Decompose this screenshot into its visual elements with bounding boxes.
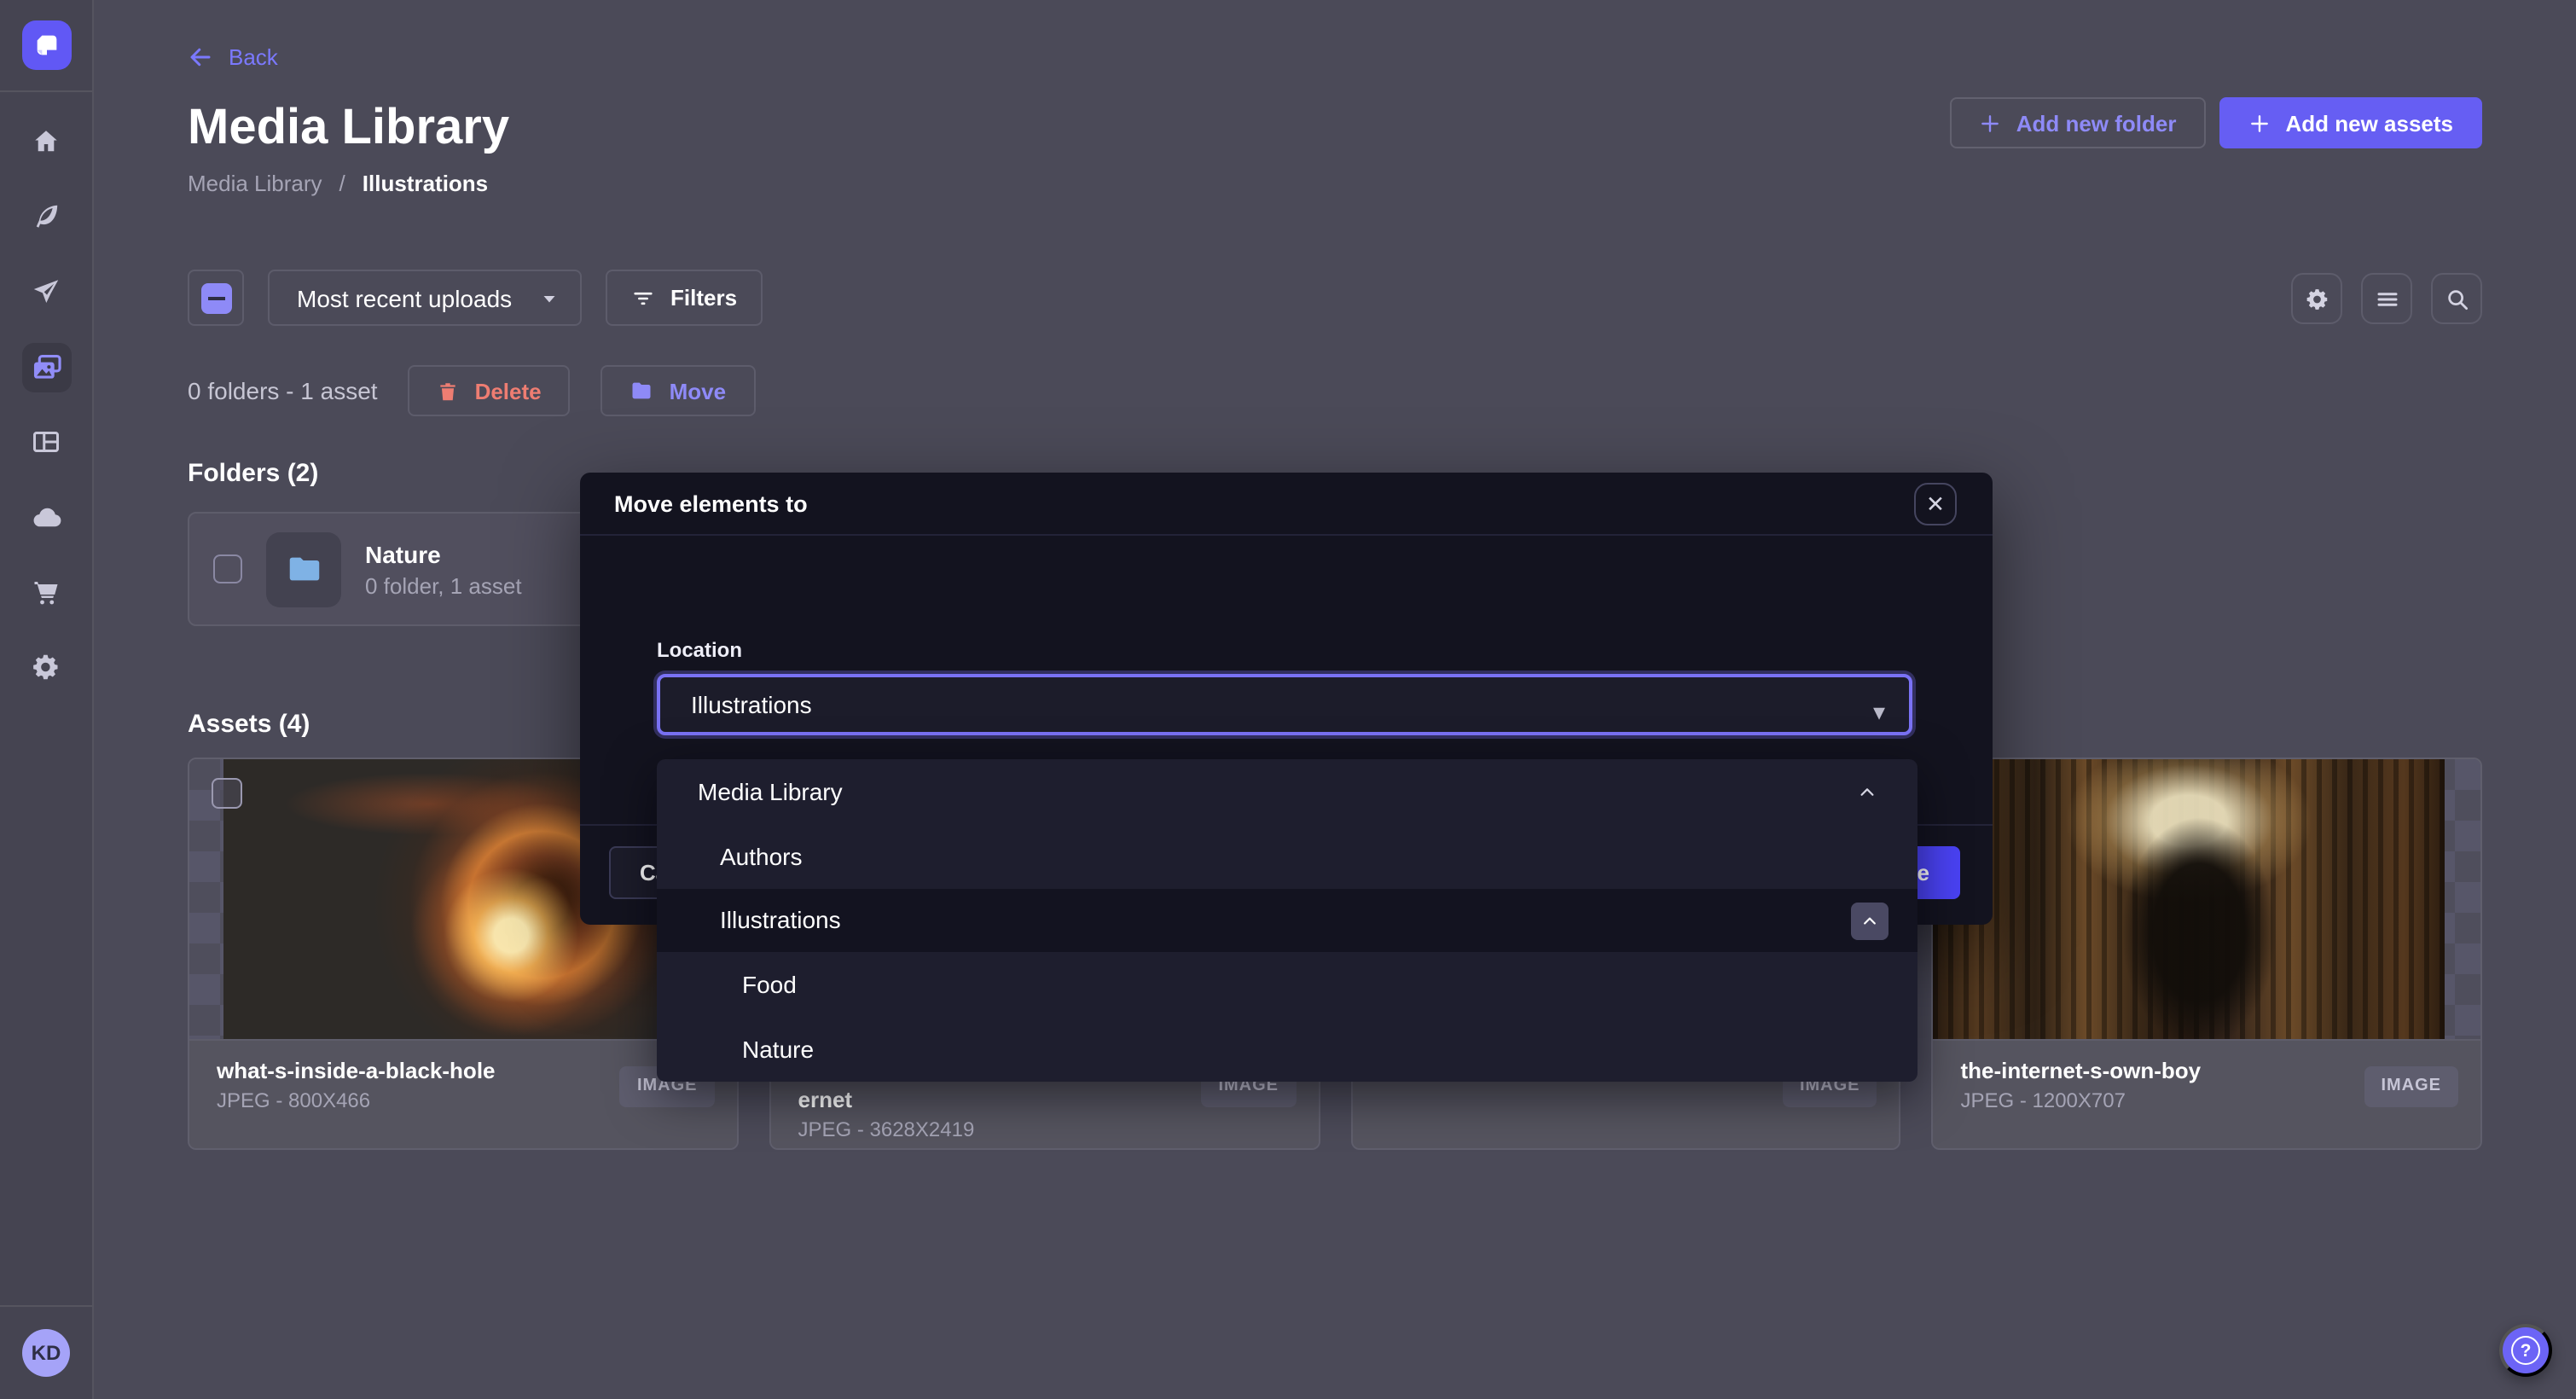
gear-icon	[31, 652, 61, 682]
folder-icon	[266, 531, 341, 607]
sidebar-item-releases[interactable]	[21, 267, 71, 316]
breadcrumb-root[interactable]: Media Library	[188, 170, 322, 195]
selection-bar: 0 folders - 1 asset Delete Move	[188, 365, 2482, 416]
back-link[interactable]: Back	[188, 43, 2482, 70]
location-label: Location	[657, 638, 742, 662]
sidebar-item-content[interactable]	[21, 192, 71, 241]
tree-item-illustrations[interactable]: Illustrations	[657, 888, 1917, 953]
location-select[interactable]: Illustrations ▾	[657, 674, 1912, 735]
list-icon	[2374, 286, 2399, 311]
selection-summary: 0 folders - 1 asset	[188, 377, 378, 404]
list-view-button[interactable]	[2361, 273, 2412, 324]
sidebar-divider	[0, 1305, 92, 1307]
feather-icon	[31, 201, 61, 232]
caret-down-icon	[539, 287, 560, 308]
trash-icon	[438, 380, 460, 402]
asset-footer: the-internet-s-own-boy JPEG - 1200X707 I…	[1934, 1039, 2481, 1150]
sidebar-item-cloud[interactable]	[21, 492, 71, 542]
strapi-logo-icon[interactable]	[22, 20, 72, 70]
tree-item-authors[interactable]: Authors	[657, 824, 1917, 889]
sort-value: Most recent uploads	[297, 284, 512, 311]
indeterminate-checkbox-icon	[200, 282, 231, 313]
location-dropdown: Media Library Authors Illustrations Food…	[657, 759, 1917, 1082]
help-button[interactable]: ?	[2499, 1324, 2552, 1377]
modal-header: Move elements to ✕	[580, 473, 1993, 536]
plus-icon	[2248, 112, 2270, 134]
layout-icon	[31, 427, 61, 457]
asset-thumbnail	[1934, 759, 2481, 1039]
add-new-folder-button[interactable]: Add new folder	[1950, 97, 2206, 148]
paper-plane-icon	[31, 276, 61, 307]
toolbar-view-options	[2291, 273, 2482, 324]
tree-item-label: Illustrations	[720, 907, 841, 934]
add-new-folder-label: Add new folder	[2016, 110, 2177, 136]
select-all-checkbox[interactable]	[188, 270, 244, 326]
close-button[interactable]: ✕	[1914, 483, 1957, 525]
modal-title: Move elements to	[614, 491, 808, 516]
header-actions: Add new folder Add new assets	[1950, 97, 2482, 148]
search-icon	[2444, 286, 2469, 311]
media-library-page: KD Back Media Library Media Library / Il…	[0, 0, 2576, 1399]
chevron-up-icon	[1861, 912, 1878, 929]
breadcrumb: Media Library / Illustrations	[188, 169, 2482, 196]
asset-type-badge: IMAGE	[2364, 1066, 2458, 1107]
tree-item-label: Food	[742, 972, 797, 999]
gear-icon	[2304, 286, 2329, 311]
asset-checkbox[interactable]	[212, 778, 242, 809]
sort-dropdown[interactable]: Most recent uploads	[268, 270, 582, 326]
move-label: Move	[670, 378, 726, 403]
folder-info: Nature 0 folder, 1 asset	[365, 540, 522, 598]
collapse-toggle-button[interactable]	[1851, 902, 1888, 939]
sidebar-item-home[interactable]	[21, 117, 71, 166]
tree-item-media-library[interactable]: Media Library	[657, 759, 1917, 824]
tree-item-label: Authors	[720, 842, 803, 869]
filter-icon	[631, 286, 655, 310]
asset-footer: what-s-inside-a-black-hole JPEG - 800X46…	[189, 1039, 737, 1150]
sidebar-item-marketplace[interactable]	[21, 567, 71, 617]
sidebar-item-media-library[interactable]	[21, 342, 71, 392]
breadcrumb-current: Illustrations	[363, 170, 488, 195]
delete-button[interactable]: Delete	[409, 365, 571, 416]
arrow-left-icon	[188, 44, 213, 69]
asset-meta: JPEG - 3628X2419	[798, 1117, 1291, 1143]
delete-label: Delete	[475, 378, 542, 403]
question-mark-icon: ?	[2511, 1336, 2540, 1365]
plus-icon	[1979, 112, 2001, 134]
folder-icon	[630, 379, 654, 403]
folder-checkbox[interactable]	[213, 554, 242, 583]
sidebar-divider	[0, 90, 92, 92]
cloud-icon	[30, 501, 62, 533]
library-image	[1934, 759, 2445, 1039]
configure-view-button[interactable]	[2291, 273, 2342, 324]
caret-down-icon: ▾	[1873, 698, 1885, 727]
add-new-assets-label: Add new assets	[2285, 110, 2453, 136]
asset-card-internets-own-boy[interactable]: the-internet-s-own-boy JPEG - 1200X707 I…	[1932, 758, 2483, 1150]
tree-item-food[interactable]: Food	[657, 953, 1917, 1018]
sidebar-item-settings[interactable]	[21, 642, 71, 692]
home-icon	[31, 126, 61, 157]
tree-item-nature[interactable]: Nature	[657, 1017, 1917, 1082]
chevron-up-icon[interactable]	[1858, 783, 1877, 802]
close-icon: ✕	[1926, 491, 1945, 518]
tree-item-label: Media Library	[698, 778, 843, 805]
cart-icon	[31, 577, 61, 607]
avatar[interactable]: KD	[22, 1329, 70, 1377]
media-library-icon	[30, 351, 62, 383]
back-label: Back	[229, 44, 278, 69]
tree-item-label: Nature	[742, 1036, 814, 1063]
toolbar: Most recent uploads Filters	[188, 270, 2482, 326]
add-new-assets-button[interactable]: Add new assets	[2219, 97, 2482, 148]
sidebar-item-content-type-builder[interactable]	[21, 417, 71, 467]
filters-button[interactable]: Filters	[606, 270, 763, 326]
breadcrumb-separator: /	[339, 170, 345, 195]
folder-meta: 0 folder, 1 asset	[365, 572, 522, 598]
folder-name: Nature	[365, 540, 522, 567]
move-button[interactable]: Move	[601, 365, 755, 416]
filters-label: Filters	[670, 285, 737, 311]
location-value: Illustrations	[691, 691, 812, 718]
sidebar: KD	[0, 0, 94, 1399]
sidebar-nav	[0, 104, 92, 705]
search-button[interactable]	[2431, 273, 2482, 324]
